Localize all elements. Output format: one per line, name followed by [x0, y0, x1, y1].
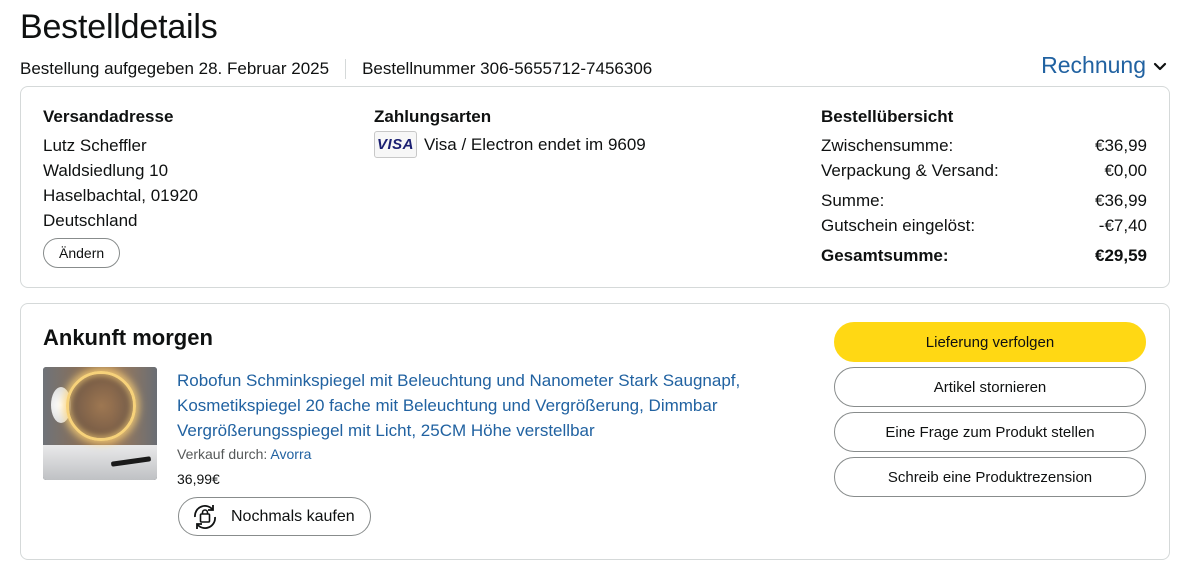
- product-price: 36,99€: [177, 471, 220, 487]
- summary-row-total: Gesamtsumme: €29,59: [821, 243, 1147, 268]
- shipping-heading: Versandadresse: [43, 107, 174, 126]
- chevron-down-icon: [1153, 62, 1167, 70]
- order-summary: Bestellübersicht Zwischensumme: €36,99 V…: [821, 107, 1147, 268]
- seller-info: Verkauf durch: Avorra: [177, 446, 311, 462]
- product-title-link[interactable]: Robofun Schminkspiegel mit Beleuchtung u…: [177, 368, 797, 443]
- summary-row-coupon: Gutschein eingelöst: -€7,40: [821, 213, 1147, 238]
- address-line: Deutschland: [43, 211, 138, 230]
- summary-value: €0,00: [1104, 161, 1147, 180]
- summary-heading: Bestellübersicht: [821, 107, 954, 126]
- summary-label: Zwischensumme:: [821, 136, 954, 155]
- seller-link[interactable]: Avorra: [270, 446, 311, 462]
- page-title: Bestelldetails: [20, 8, 218, 46]
- summary-value: €29,59: [1095, 246, 1147, 265]
- address-line: Haselbachtal, 01920: [43, 186, 199, 205]
- buy-again-icon: [194, 504, 216, 529]
- visa-card-icon: VISA: [374, 131, 417, 158]
- track-package-button[interactable]: Lieferung verfolgen: [834, 322, 1146, 362]
- summary-value: €36,99: [1095, 136, 1147, 155]
- buy-again-label: Nochmals kaufen: [231, 507, 355, 525]
- invoice-label: Rechnung: [1041, 52, 1146, 78]
- change-address-button[interactable]: Ändern: [43, 238, 121, 268]
- order-info-card: Versandadresse Lutz Scheffler Waldsiedlu…: [20, 86, 1170, 288]
- shipment-status: Ankunft morgen: [43, 325, 213, 350]
- payment-card-text: Visa / Electron endet im 9609: [424, 134, 646, 154]
- summary-label: Gesamtsumme:: [821, 246, 949, 265]
- payment-heading: Zahlungsarten: [374, 107, 492, 126]
- address-line: Lutz Scheffler: [43, 136, 147, 155]
- summary-row-subtotal: Zwischensumme: €36,99: [821, 133, 1147, 158]
- write-review-button[interactable]: Schreib eine Produktrezension: [834, 457, 1146, 497]
- payment-methods: Zahlungsarten VISA Visa / Electron endet…: [374, 107, 646, 158]
- seller-prefix: Verkauf durch:: [177, 446, 268, 462]
- order-number: Bestellnummer 306-5655712-7456306: [362, 59, 653, 78]
- order-meta: Bestellung aufgegeben 28. Februar 2025 B…: [20, 59, 652, 79]
- summary-label: Summe:: [821, 191, 885, 210]
- address-line: Waldsiedlung 10: [43, 161, 169, 180]
- meta-divider: [345, 59, 347, 79]
- cancel-items-button[interactable]: Artikel stornieren: [834, 367, 1146, 407]
- shipment-actions: Lieferung verfolgen Artikel stornieren E…: [834, 322, 1146, 502]
- order-date: Bestellung aufgegeben 28. Februar 2025: [20, 59, 330, 78]
- summary-label: Gutschein eingelöst:: [821, 216, 976, 235]
- shipping-address: Versandadresse Lutz Scheffler Waldsiedlu…: [43, 107, 198, 268]
- invoice-dropdown[interactable]: Rechnung: [1041, 52, 1168, 79]
- summary-value: €36,99: [1095, 191, 1147, 210]
- summary-label: Verpackung & Versand:: [821, 161, 999, 180]
- ask-question-button[interactable]: Eine Frage zum Produkt stellen: [834, 412, 1146, 452]
- buy-again-button[interactable]: Nochmals kaufen: [178, 497, 371, 536]
- summary-row-sum: Summe: €36,99: [821, 188, 1147, 213]
- product-image[interactable]: [43, 367, 157, 480]
- summary-value: -€7,40: [1098, 216, 1147, 235]
- summary-row-shipping: Verpackung & Versand: €0,00: [821, 158, 1147, 183]
- shipment-card: Ankunft morgen Robofun Schminkspiegel mi…: [20, 303, 1170, 560]
